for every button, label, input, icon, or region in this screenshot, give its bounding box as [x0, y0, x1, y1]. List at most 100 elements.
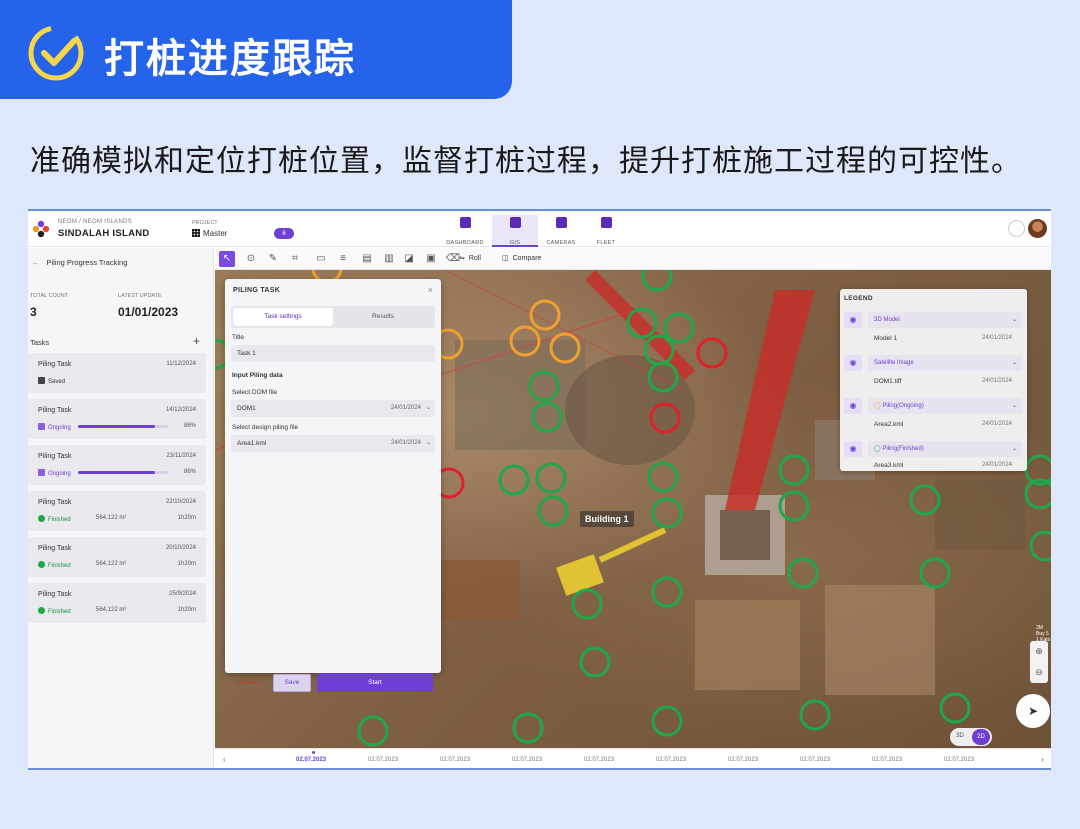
eye-icon[interactable]: ◉ — [844, 312, 862, 328]
legend-group-piling-finished[interactable]: ◯ Piling(Finished) ⌄ — [868, 441, 1022, 457]
notification-button[interactable] — [1008, 220, 1025, 237]
roll-button[interactable]: ⇋ Roll — [459, 254, 481, 262]
legend-group-satellite[interactable]: Satellite Image ⌄ — [868, 355, 1022, 371]
timeline-date[interactable]: 02.07.2023 — [656, 757, 686, 763]
check-icon — [38, 607, 45, 614]
site-name[interactable]: SINDALAH ISLAND — [58, 228, 150, 239]
app-window: NEOM / NEOM ISLANDS SINDALAH ISLAND PROJ… — [28, 209, 1051, 770]
eye-icon[interactable]: ◉ — [844, 441, 862, 457]
status-saved: Saved — [38, 377, 65, 385]
chevron-down-icon: ⌄ — [1011, 317, 1017, 323]
legend-group-piling-ongoing[interactable]: ◯ Piling(Ongoing) ⌄ — [868, 398, 1022, 414]
chevron-right-icon[interactable]: › — [1041, 755, 1044, 764]
check-circle-icon — [28, 25, 84, 81]
panel-title: Piling Progress Tracking — [46, 258, 128, 267]
tab-dashboard[interactable]: DASHBOARD — [441, 215, 489, 247]
progress-bar — [78, 425, 168, 428]
title-banner: 打桩进度跟踪 — [0, 0, 512, 99]
title-field-label: Title — [232, 334, 245, 341]
project-selector[interactable]: Master — [192, 229, 227, 238]
hourglass-icon — [38, 469, 45, 476]
roll-icon: ⇋ — [459, 255, 465, 262]
eye-icon[interactable]: ◉ — [844, 355, 862, 371]
timeline-date[interactable]: 02.07.2023 — [296, 757, 326, 763]
task-card[interactable]: Piling Task 20/10/2024 Finished 564,122 … — [28, 537, 206, 577]
compare-icon: ◫ — [502, 255, 509, 262]
building-label[interactable]: Building 1 — [580, 511, 634, 527]
timeline: ‹ 02.07.2023 02.07.2023 02.07.2023 02.07… — [215, 748, 1051, 768]
tab-task-settings[interactable]: Task settings — [233, 308, 333, 326]
banner-title: 打桩进度跟踪 — [104, 36, 356, 82]
banner-subtitle: 准确模拟和定位打桩位置，监督打桩过程，提升打桩施工过程的可控性。 — [30, 144, 1022, 179]
task-card[interactable]: Piling Task 14/12/2024 Ongoing 86% — [28, 399, 206, 439]
org-breadcrumb[interactable]: NEOM / NEOM ISLANDS — [58, 219, 132, 225]
brush-tool-icon[interactable]: ◪ — [401, 251, 417, 267]
dom-file-select[interactable]: DOM1 24/01/2024 ⌄ — [231, 400, 435, 417]
delete-button[interactable]: Delete — [239, 679, 258, 686]
status-finished: Finished — [38, 561, 71, 569]
chevron-down-icon: ⌄ — [425, 405, 431, 411]
timeline-date[interactable]: 02.07.2023 — [512, 757, 542, 763]
task-card[interactable]: Piling Task 11/12/2024 Saved — [28, 353, 206, 393]
hourglass-icon — [38, 423, 45, 430]
area-value: 564,122 m² — [96, 515, 127, 521]
check-icon — [38, 515, 45, 522]
tab-results[interactable]: Results — [333, 308, 433, 326]
add-task-button[interactable]: + — [193, 334, 200, 348]
pen-tool-icon[interactable]: ✎ — [265, 251, 281, 267]
avatar[interactable] — [1028, 219, 1047, 238]
start-button[interactable]: Start — [317, 674, 433, 692]
comment-tool-icon[interactable]: ▭ — [313, 251, 329, 267]
area-value: 564,122 m² — [96, 561, 127, 567]
back-arrow-icon[interactable]: ← — [32, 258, 40, 267]
compass-icon[interactable]: ➤ — [1016, 694, 1050, 728]
compare-button[interactable]: ◫ Compare — [502, 254, 541, 262]
pointer-tool-icon[interactable]: ↖ — [219, 251, 235, 267]
polygon-tool-icon[interactable]: ⌗ — [287, 251, 303, 267]
frame-tool-icon[interactable]: ▣ — [423, 251, 439, 267]
ruler-tool-icon[interactable]: ▤ — [359, 251, 375, 267]
progress-bar — [78, 471, 168, 474]
camera-icon — [555, 217, 567, 228]
task-card[interactable]: Piling Task 23/11/2024 Ongoing 86% — [28, 445, 206, 485]
logo-icon — [32, 220, 50, 238]
chevron-down-icon: ⌄ — [1011, 446, 1017, 452]
latest-update-value: 01/01/2023 — [118, 305, 179, 319]
tab-fleet[interactable]: FLEET — [588, 215, 624, 247]
task-card[interactable]: Piling Task 25/9/2024 Finished 564,122 m… — [28, 583, 206, 623]
area-tool-icon[interactable]: ▥ — [381, 251, 397, 267]
design-file-select[interactable]: Area1.kml 24/01/2024 ⌄ — [231, 435, 435, 452]
close-icon[interactable]: × — [428, 285, 433, 295]
duration-value: 1h20m — [177, 561, 196, 567]
timeline-date[interactable]: 02.07.2023 — [872, 757, 902, 763]
legend-group-3d-model[interactable]: 3D Model ⌄ — [868, 312, 1022, 328]
timeline-date[interactable]: 02.07.2023 — [440, 757, 470, 763]
toggle-2d[interactable]: 2D — [972, 729, 990, 745]
dimension-toggle[interactable]: 3D 2D — [950, 728, 992, 746]
zoom-out-icon[interactable]: ⊖ — [1030, 662, 1048, 683]
timeline-date[interactable]: 02.07.2023 — [728, 757, 758, 763]
chevron-left-icon[interactable]: ‹ — [223, 755, 226, 764]
task-card[interactable]: Piling Task 22/10/2024 Finished 564,122 … — [28, 491, 206, 531]
timeline-date[interactable]: 02.07.2023 — [944, 757, 974, 763]
save-button[interactable]: Save — [273, 674, 311, 692]
eye-icon[interactable]: ◉ — [844, 398, 862, 414]
pin-tool-icon[interactable]: ⊙ — [243, 251, 259, 267]
truck-icon — [600, 217, 612, 228]
layers-tool-icon[interactable]: ≡ — [335, 251, 351, 267]
timeline-date[interactable]: 02.07.2023 — [584, 757, 614, 763]
zoom-in-icon[interactable]: ⊕ — [1030, 641, 1048, 662]
legend-item: Area3.kml 24/01/2024 — [874, 462, 1012, 469]
status-finished: Finished — [38, 515, 71, 523]
map-toolbar: ↖ ⊙ ✎ ⌗ ▭ ≡ ▤ ▥ ◪ ▣ ⌫ ⇋ Roll ◫ Compare — [215, 248, 1051, 270]
app-header: NEOM / NEOM ISLANDS SINDALAH ISLAND PROJ… — [28, 211, 1051, 247]
title-input[interactable]: Task 1 — [231, 345, 435, 362]
panel-header: ← Piling Progress Tracking — [32, 258, 127, 267]
tab-gis[interactable]: GIS — [492, 215, 538, 247]
timeline-date[interactable]: 02.07.2023 — [368, 757, 398, 763]
tab-cameras[interactable]: CAMERAS — [540, 215, 582, 247]
total-count-value: 3 — [30, 305, 37, 319]
toggle-3d[interactable]: 3D — [956, 733, 964, 739]
timeline-date[interactable]: 02.07.2023 — [800, 757, 830, 763]
legend-item: Model 1 24/01/2024 — [874, 335, 1012, 342]
